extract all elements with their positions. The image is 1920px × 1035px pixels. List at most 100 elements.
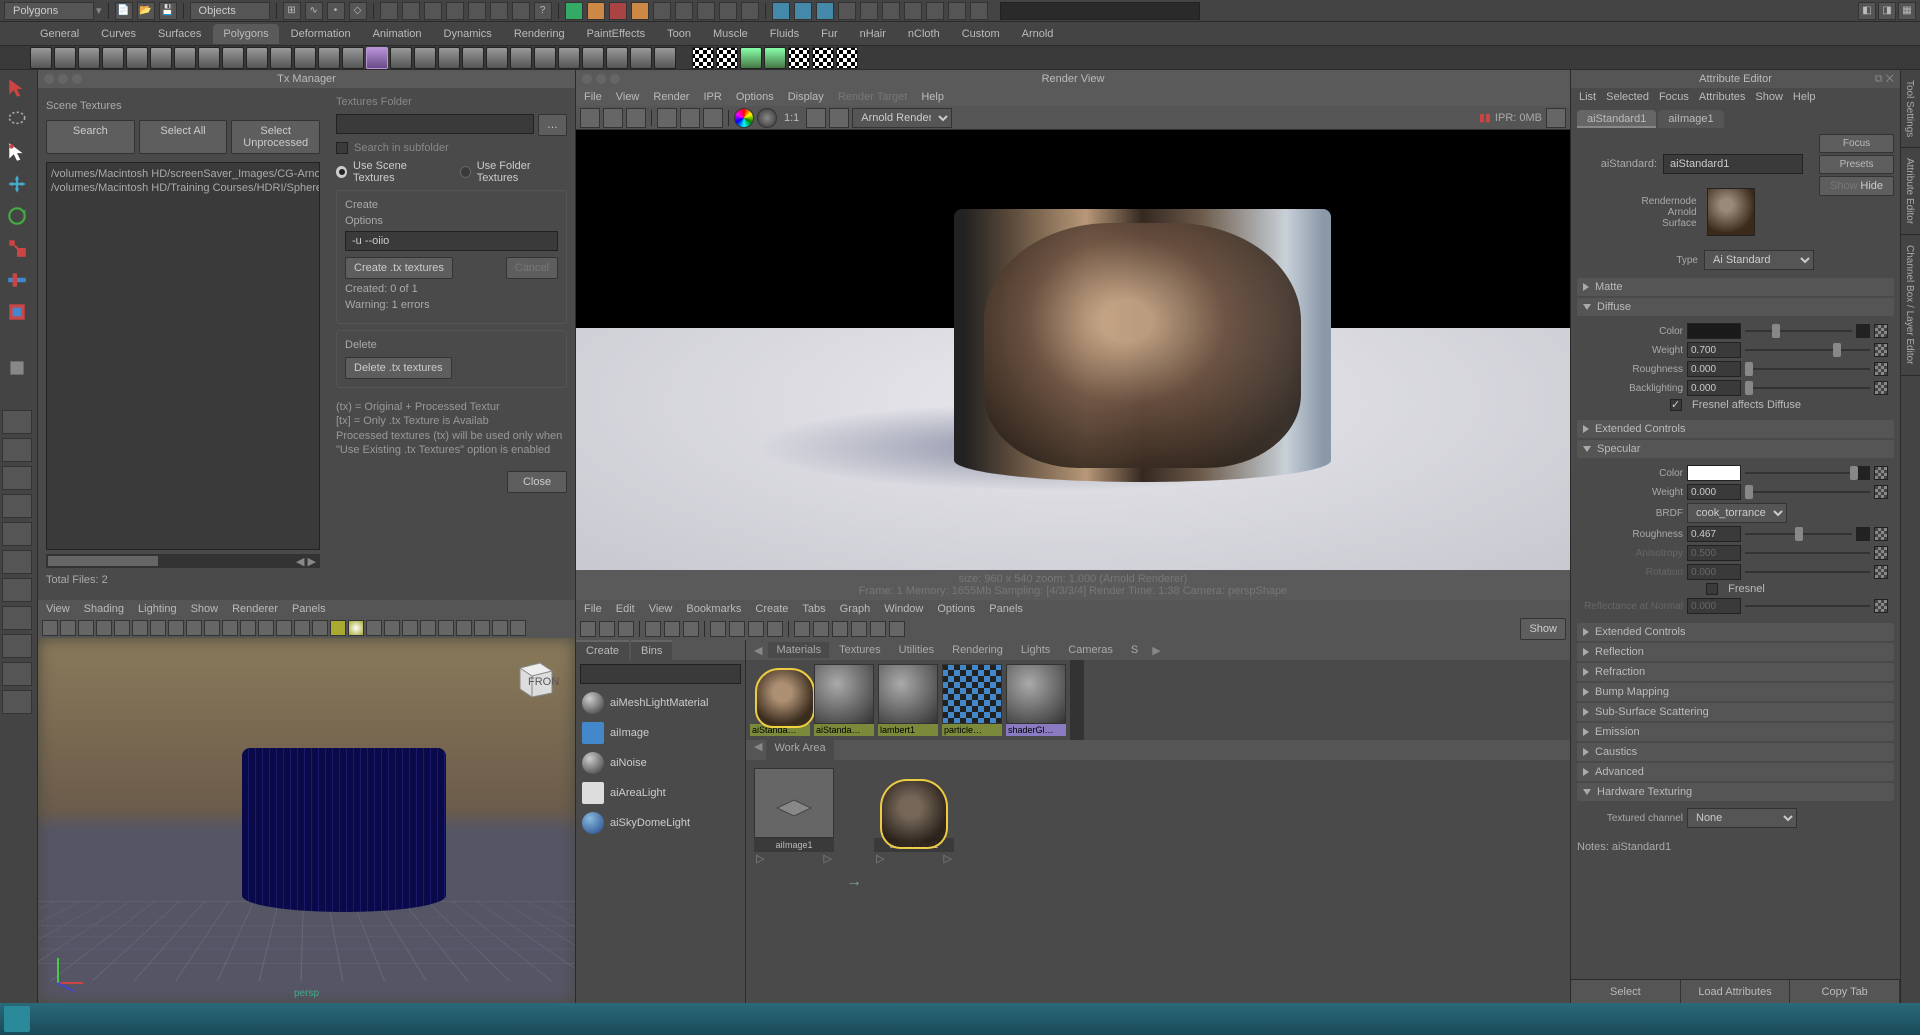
section-specular[interactable]: Specular: [1577, 440, 1894, 458]
workspace1-icon[interactable]: ◧: [1858, 2, 1876, 20]
showhide-button[interactable]: Show Hide: [1819, 176, 1894, 196]
tool-e-icon[interactable]: [468, 2, 486, 20]
spec-weight-input[interactable]: [1687, 484, 1741, 500]
select-unprocessed-button[interactable]: Select Unprocessed: [231, 120, 320, 154]
tab-more[interactable]: S: [1123, 642, 1146, 658]
render-tool-icon[interactable]: [653, 2, 671, 20]
render-region-icon[interactable]: [603, 108, 623, 128]
map-button[interactable]: [1874, 527, 1888, 541]
spec-color-slider[interactable]: [1745, 466, 1852, 480]
save-icon[interactable]: 💾: [159, 2, 177, 20]
shelf-op9-icon[interactable]: [582, 47, 604, 69]
map-button[interactable]: [1874, 362, 1888, 376]
shelf-op4-icon[interactable]: [462, 47, 484, 69]
hs-menu-panels[interactable]: Panels: [989, 603, 1023, 615]
section-sss[interactable]: Sub-Surface Scattering: [1577, 703, 1894, 721]
section-extended[interactable]: Extended Controls: [1577, 420, 1894, 438]
use-folder-radio[interactable]: [460, 166, 471, 178]
shelf-checker2-icon[interactable]: [716, 47, 738, 69]
snap-plane-icon[interactable]: ◇: [349, 2, 367, 20]
section-bump[interactable]: Bump Mapping: [1577, 683, 1894, 701]
node-out-icon[interactable]: ▷: [824, 852, 832, 865]
material-preview[interactable]: [1707, 188, 1755, 236]
shelf-op6-icon[interactable]: [510, 47, 532, 69]
scale-tool[interactable]: [2, 234, 32, 262]
browse-button[interactable]: …: [538, 114, 567, 136]
section-diffuse[interactable]: Diffuse: [1577, 298, 1894, 316]
shelf-sphere-icon[interactable]: [30, 47, 52, 69]
layout2-icon[interactable]: [794, 2, 812, 20]
vp-tool-icon[interactable]: [240, 620, 256, 636]
delete-tx-button[interactable]: Delete .tx textures: [345, 357, 452, 379]
vp-menu-show[interactable]: Show: [191, 603, 219, 615]
presets-button[interactable]: Presets: [1819, 155, 1894, 174]
render-region-icon[interactable]: [609, 2, 627, 20]
hs-menu-window[interactable]: Window: [884, 603, 923, 615]
layout8-icon[interactable]: [926, 2, 944, 20]
workspace2-icon[interactable]: ◨: [1878, 2, 1896, 20]
tab-utilities[interactable]: Utilities: [891, 642, 942, 658]
snapshot-icon[interactable]: [626, 108, 646, 128]
attr-tab-aiimage[interactable]: aiImage1: [1658, 110, 1723, 128]
refresh-icon[interactable]: [703, 108, 723, 128]
vp-tool-icon[interactable]: [60, 620, 76, 636]
backlighting-input[interactable]: [1687, 380, 1741, 396]
zoom-icon[interactable]: [610, 74, 620, 84]
tab-rendering[interactable]: Rendering: [944, 642, 1011, 658]
shelf-op1-icon[interactable]: [390, 47, 412, 69]
spec-roughness-input[interactable]: [1687, 526, 1741, 542]
attr-menu-show[interactable]: Show: [1755, 91, 1783, 103]
snap-point-icon[interactable]: •: [327, 2, 345, 20]
shelf-checker5-icon[interactable]: [836, 47, 858, 69]
render-icon[interactable]: [565, 2, 583, 20]
vp-menu-shading[interactable]: Shading: [84, 603, 124, 615]
attr-menu-focus[interactable]: Focus: [1659, 91, 1689, 103]
vp-tool-icon[interactable]: [132, 620, 148, 636]
menu-options[interactable]: Options: [736, 91, 774, 103]
close-icon[interactable]: [582, 74, 592, 84]
material-swatch[interactable]: [814, 664, 874, 724]
hs-tool-icon[interactable]: [870, 621, 886, 637]
hs-tool-icon[interactable]: [599, 621, 615, 637]
node-item[interactable]: aiNoise: [576, 748, 745, 778]
layout-two-side[interactable]: [2, 466, 32, 490]
map-button[interactable]: [1856, 324, 1870, 338]
manip-tool[interactable]: [2, 266, 32, 294]
open-icon[interactable]: 📂: [137, 2, 155, 20]
attr-menu-attributes[interactable]: Attributes: [1699, 91, 1745, 103]
tab-prev-icon[interactable]: ◀: [750, 644, 766, 657]
render-tool5-icon[interactable]: [741, 2, 759, 20]
edge-tool-settings[interactable]: Tool Settings: [1901, 70, 1920, 148]
vp-tool-icon[interactable]: [366, 620, 382, 636]
paint-select-tool[interactable]: [2, 138, 32, 166]
layout-three[interactable]: [2, 522, 32, 546]
vp-tool-icon[interactable]: [168, 620, 184, 636]
select-all-button[interactable]: Select All: [139, 120, 228, 154]
tab-lights[interactable]: Lights: [1013, 642, 1058, 658]
shelf-green2-icon[interactable]: [764, 47, 786, 69]
shelf-cylinder-icon[interactable]: [78, 47, 100, 69]
hs-menu-view[interactable]: View: [649, 603, 673, 615]
map-button[interactable]: [1874, 324, 1888, 338]
shelf-torus-icon[interactable]: [126, 47, 148, 69]
layout-dope[interactable]: [2, 634, 32, 658]
diffuse-color-swatch[interactable]: [1687, 323, 1741, 339]
menu-view[interactable]: View: [616, 91, 640, 103]
tool-d-icon[interactable]: [446, 2, 464, 20]
map-button[interactable]: [1856, 466, 1870, 480]
layout-four[interactable]: [2, 438, 32, 462]
tab-materials[interactable]: Materials: [768, 642, 829, 658]
vp-tool-icon[interactable]: [438, 620, 454, 636]
section-reflection[interactable]: Reflection: [1577, 643, 1894, 661]
menu-help[interactable]: Help: [921, 91, 944, 103]
shelf-prim8-icon[interactable]: [198, 47, 220, 69]
node-in-icon[interactable]: ▷: [876, 852, 884, 865]
menu-file[interactable]: File: [584, 91, 602, 103]
shelf-op10-icon[interactable]: [606, 47, 628, 69]
texture-path-item[interactable]: /volumes/Macintosh HD/Training Courses/H…: [51, 181, 315, 195]
hs-tool-icon[interactable]: [813, 621, 829, 637]
hs-tool-icon[interactable]: [710, 621, 726, 637]
shelf-checker1-icon[interactable]: [692, 47, 714, 69]
hs-tool-icon[interactable]: [645, 621, 661, 637]
alpha-icon[interactable]: [757, 108, 777, 128]
